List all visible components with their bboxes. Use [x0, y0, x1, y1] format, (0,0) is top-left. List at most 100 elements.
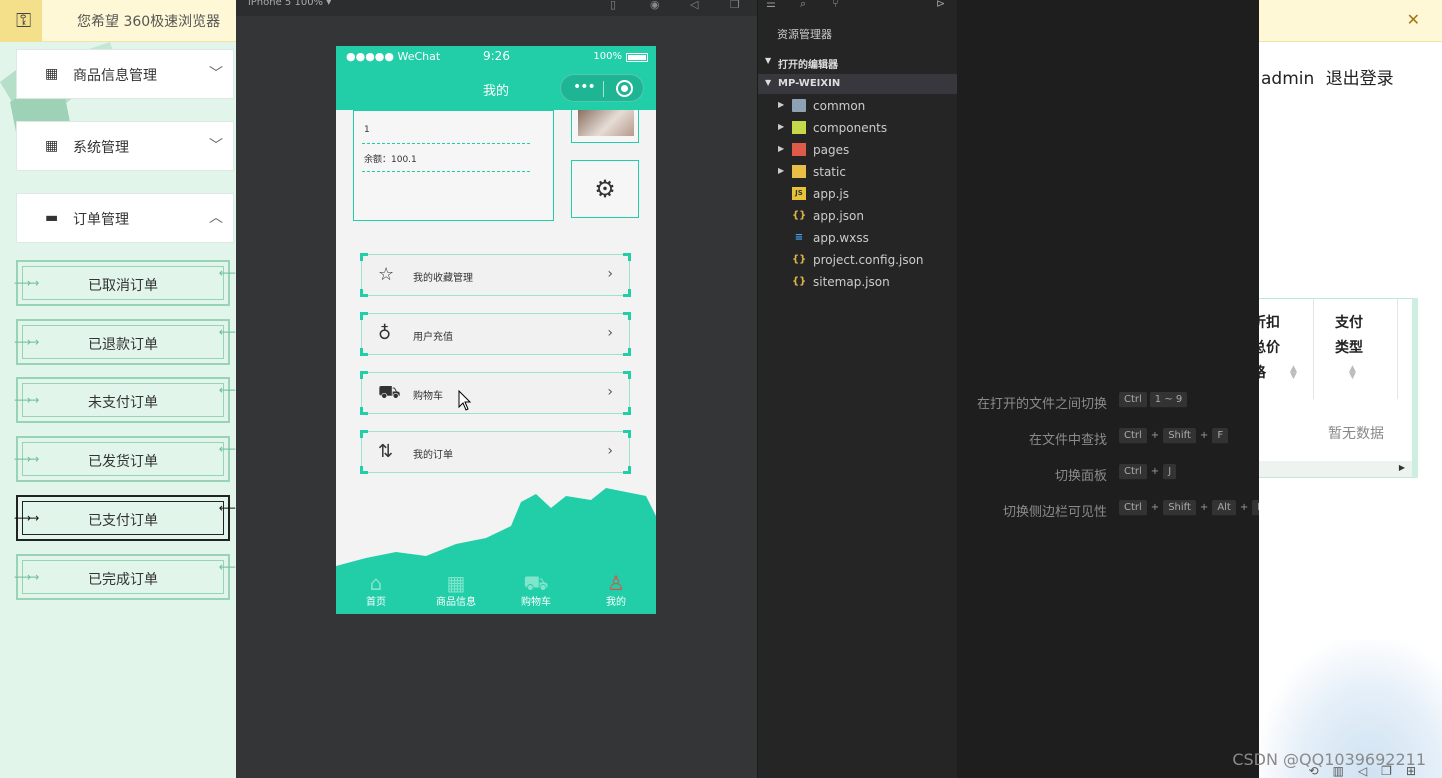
menu-label: 系统管理 [73, 140, 129, 156]
cart-icon: ⛟ [378, 382, 401, 403]
menu-cart[interactable]: ⛟ 购物车 › [360, 371, 631, 415]
column-header[interactable]: 支付 类型 [1335, 311, 1363, 361]
dashed-divider [362, 143, 530, 144]
cart-icon: ⛟ [523, 571, 549, 595]
project-section[interactable]: ▼ MP-WEIXIN [758, 74, 958, 94]
arrow-left-icon: ⟵ [218, 560, 236, 574]
menu-label: 商品信息管理 [73, 68, 157, 84]
menu-item-label: 用户充值 [413, 332, 453, 343]
user-info-card: 1 余额：100.1 [353, 110, 554, 221]
logout-link[interactable]: 退出登录 [1326, 69, 1394, 89]
header-text: 类型 [1335, 340, 1363, 356]
key-icon: ⚿ [0, 0, 42, 42]
tab-products[interactable]: ▦ 商品信息 [416, 570, 496, 609]
header-text: 支付 [1335, 315, 1363, 331]
sort-icon[interactable]: ▲ ▼ [1349, 365, 1356, 381]
battery-icon [626, 53, 648, 62]
menu-item-label: 我的订单 [413, 450, 453, 461]
window-icon[interactable]: ❐ [730, 0, 740, 11]
clock-label: 9:26 [483, 49, 510, 63]
key-cap: Ctrl [1119, 392, 1147, 408]
search-icon[interactable]: ⌕ [800, 0, 806, 11]
key-cap: 1 ~ 9 [1149, 392, 1188, 408]
menu-my-orders[interactable]: ⇅ 我的订单 › [360, 430, 631, 474]
folder-icon [792, 121, 806, 134]
json-file-icon: {} [792, 254, 807, 265]
branch-icon[interactable]: ⑂ [832, 0, 839, 10]
dashed-divider [362, 171, 530, 172]
sound-icon[interactable]: ◁ [690, 0, 698, 11]
submenu-shipped-orders[interactable]: ⟶→ 已发货订单 ⟵ [14, 436, 236, 482]
tree-item-folder[interactable]: ▶ common [758, 95, 958, 117]
tree-item-folder[interactable]: ▶ pages [758, 139, 958, 161]
menu-system[interactable]: ▦ 系统管理 ﹀ [16, 121, 234, 171]
tab-label: 商品信息 [436, 597, 476, 608]
grid-icon[interactable]: ⊞ [1406, 764, 1430, 778]
tab-label: 购物车 [521, 597, 551, 608]
scroll-right-icon[interactable]: ▶ [1399, 463, 1405, 472]
speaker-icon[interactable]: ◁ [1358, 764, 1381, 778]
tree-item-folder[interactable]: ▶ components [758, 117, 958, 139]
submenu-label: 已支付订单 [88, 513, 158, 529]
horizontal-scrollbar[interactable]: ▶ [1259, 461, 1415, 477]
tree-item-file[interactable]: {} sitemap.json [758, 271, 958, 293]
caret-right-icon: ▶ [778, 122, 785, 131]
caret-right-icon: ▶ [778, 166, 785, 175]
file-name: app.json [813, 209, 864, 223]
miniprogram-capsule[interactable]: ••• [560, 74, 644, 102]
submenu-label: 已完成订单 [88, 572, 158, 588]
star-icon: ☆ [378, 264, 395, 285]
list-icon[interactable]: ☰ [766, 0, 776, 10]
tree-item-file[interactable]: ≡ app.wxss [758, 227, 958, 249]
submenu-unpaid-orders[interactable]: ⟶→ 未支付订单 ⟵ [14, 377, 236, 423]
section-label: 打开的编辑器 [778, 60, 838, 71]
close-miniprogram-icon[interactable] [616, 80, 633, 97]
key-cap: J [1163, 464, 1177, 480]
tree-item-file[interactable]: {} app.json [758, 205, 958, 227]
capsule-divider [603, 81, 604, 97]
editor-area: 在打开的文件之间切换 Ctrl 1 ~ 9 在文件中查找 Ctrl + Shift + F… [957, 0, 1270, 778]
tab-cart[interactable]: ⛟ 购物车 [496, 570, 576, 609]
arrow-left-icon: ⟵ [218, 383, 236, 397]
tree-item-file[interactable]: JS app.js [758, 183, 958, 205]
window-icon[interactable]: ❐ [1381, 764, 1406, 778]
record-icon[interactable]: ◉ [650, 0, 660, 11]
caret-down-icon: ▼ [765, 56, 772, 65]
close-icon[interactable]: ✕ [1407, 10, 1420, 29]
avatar[interactable] [571, 110, 639, 143]
chevron-right-icon: › [607, 325, 613, 341]
device-selector[interactable]: iPhone 5 100% ▾ [248, 0, 331, 8]
open-editors-section[interactable]: ▼ 打开的编辑器 [758, 52, 958, 72]
submenu-paid-orders[interactable]: ⟶→ 已支付订单 ⟵ [14, 495, 236, 541]
submenu-refunded-orders[interactable]: ⟶→ 已退款订单 ⟵ [14, 319, 236, 365]
submenu-cancelled-orders[interactable]: ⟶→ 已取消订单 ⟵ [14, 260, 236, 306]
column-header[interactable]: 折扣 总价 格 [1259, 311, 1280, 386]
menu-recharge[interactable]: ♁ 用户充值 › [360, 312, 631, 356]
file-name: common [813, 99, 866, 113]
refresh-icon[interactable]: ⟲ [1309, 764, 1333, 778]
shortcut-label: 在打开的文件之间切换 [976, 397, 1107, 412]
tab-mine[interactable]: ♙ 我的 [576, 570, 656, 609]
tree-item-folder[interactable]: ▶ static [758, 161, 958, 183]
key-cap: Shift [1163, 500, 1196, 516]
trash-icon[interactable]: ▥ [1333, 764, 1358, 778]
tab-home[interactable]: ⌂ 首页 [336, 570, 416, 609]
header-text: 总价 [1259, 340, 1280, 356]
menu-item-label: 购物车 [413, 391, 443, 402]
submenu-completed-orders[interactable]: ⟶→ 已完成订单 ⟵ [14, 554, 236, 600]
empty-table-text: 暂无数据 [1328, 426, 1384, 442]
sort-icon: ⇅ [378, 441, 394, 462]
more-icon[interactable]: ••• [573, 79, 596, 95]
sort-icon[interactable]: ▲ ▼ [1290, 365, 1297, 381]
menu-favorites[interactable]: ☆ 我的收藏管理 › [360, 253, 631, 297]
nav-bar: 我的 ••• [336, 68, 656, 110]
debug-icon[interactable]: ⊳ [936, 0, 945, 10]
arrow-left-icon: ⟵ [218, 266, 236, 280]
info-line: 1 [364, 125, 370, 135]
settings-button[interactable]: ⚙ [571, 160, 639, 218]
tree-item-file[interactable]: {} project.config.json [758, 249, 958, 271]
key-cap: Ctrl [1119, 428, 1147, 444]
menu-product-info[interactable]: ▦ 商品信息管理 ﹀ [16, 49, 234, 99]
phone-icon[interactable]: ▯ [610, 0, 616, 11]
menu-orders[interactable]: ▬ 订单管理 ︿ [16, 193, 234, 243]
